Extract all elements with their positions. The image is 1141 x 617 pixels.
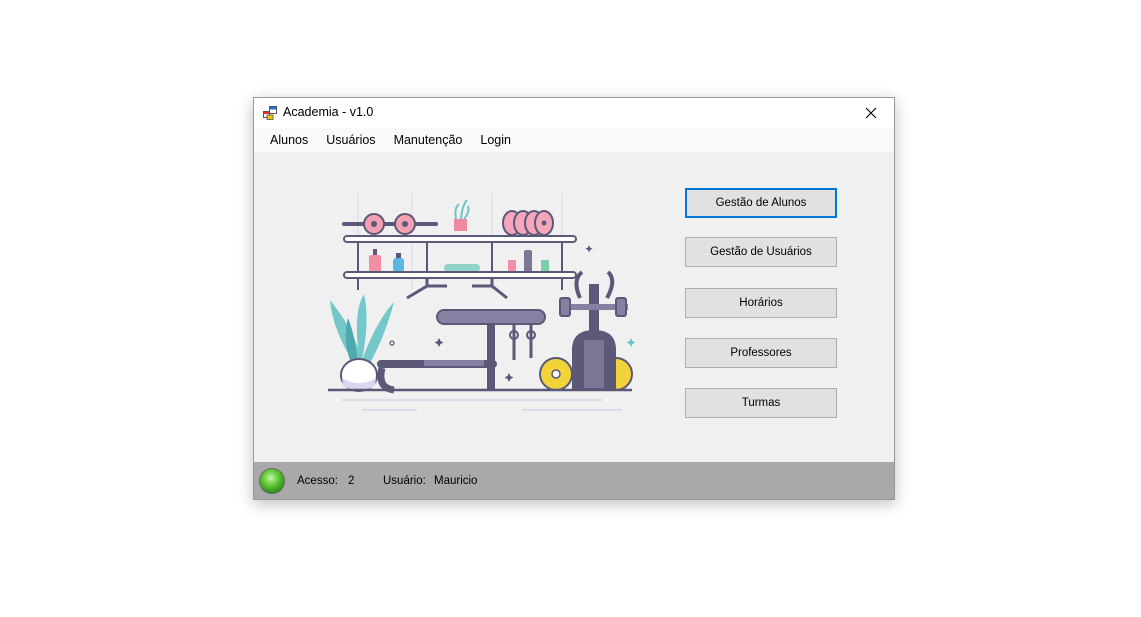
turmas-button[interactable]: Turmas [685,388,837,418]
gestao-alunos-button[interactable]: Gestão de Alunos [685,188,837,218]
app-icon [263,106,277,120]
professores-button[interactable]: Professores [685,338,837,368]
usuario-label: Usuário: [383,475,426,487]
menu-alunos[interactable]: Alunos [261,128,317,152]
acesso-value: 2 [348,475,355,487]
status-bar: Acesso: 2 Usuário: Mauricio [254,462,894,499]
window-title: Academia - v1.0 [283,105,374,119]
close-button[interactable] [848,98,894,128]
menu-bar: Alunos Usuários Manutenção Login [254,128,894,152]
close-icon [865,107,877,119]
title-bar[interactable]: Academia - v1.0 [254,98,894,128]
gym-illustration [328,194,636,411]
gestao-usuarios-button[interactable]: Gestão de Usuários [685,237,837,267]
usuario-value: Mauricio [434,475,478,487]
menu-login[interactable]: Login [471,128,520,152]
menu-usuarios[interactable]: Usuários [317,128,384,152]
main-window: Academia - v1.0 Alunos Usuários Manutenç… [253,97,895,500]
horarios-button[interactable]: Horários [685,288,837,318]
status-led-icon [259,468,285,494]
acesso-label: Acesso: [297,475,338,487]
menu-manutencao[interactable]: Manutenção [385,128,472,152]
